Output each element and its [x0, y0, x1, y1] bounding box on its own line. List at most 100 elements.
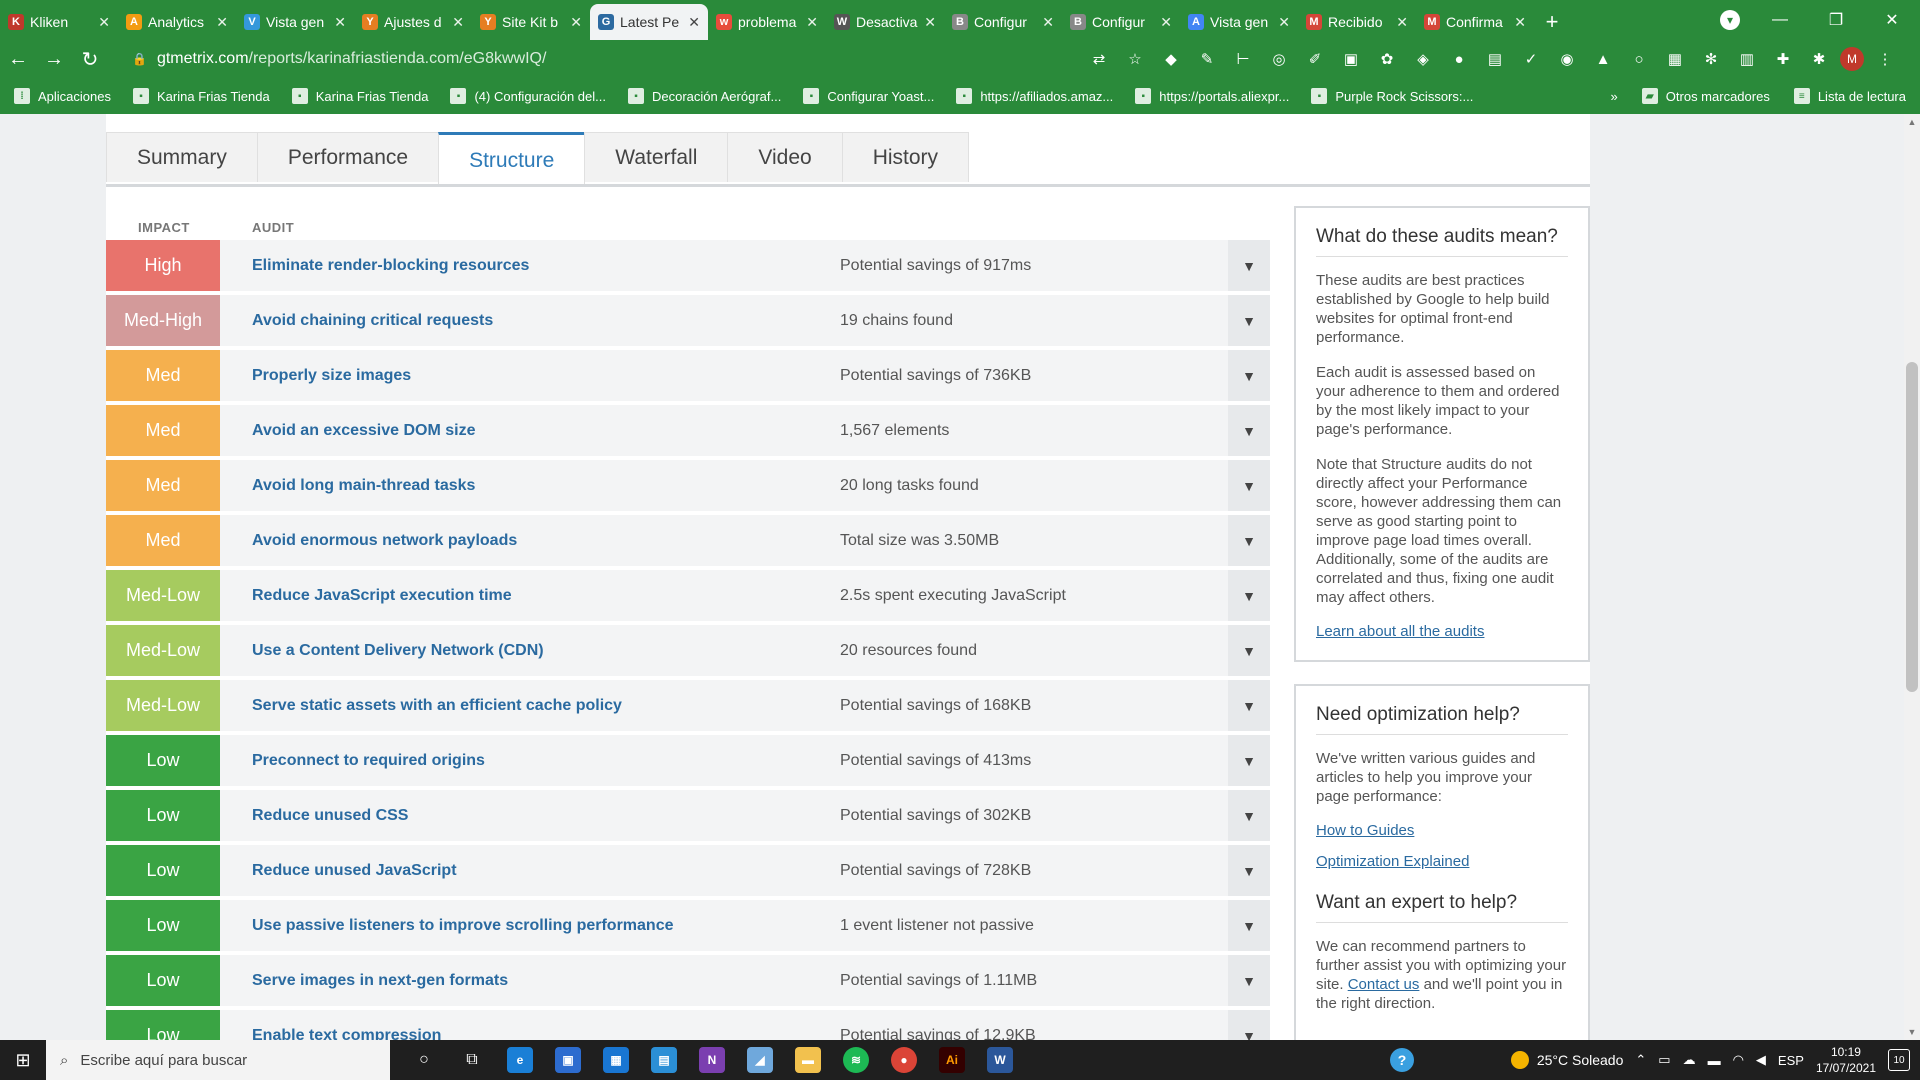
spotify-icon[interactable]: ≋ [832, 1040, 880, 1080]
illustrator-icon[interactable]: Ai [928, 1040, 976, 1080]
tab-close-icon[interactable]: ✕ [216, 14, 228, 31]
edge-icon[interactable]: e [496, 1040, 544, 1080]
audit-row[interactable]: Med Avoid long main-thread tasks 20 long t… [106, 460, 1270, 515]
tab-history[interactable]: History [841, 132, 970, 182]
extension-icon[interactable]: ◆ [1156, 44, 1186, 74]
wifi-icon[interactable]: ◠ [1733, 1052, 1744, 1068]
tab-summary[interactable]: Summary [106, 132, 258, 182]
chevron-down-icon[interactable]: ▼ [1228, 405, 1270, 456]
chevron-down-icon[interactable]: ▼ [1228, 570, 1270, 621]
chevron-down-icon[interactable]: ▼ [1228, 900, 1270, 951]
audit-row[interactable]: Low Serve images in next-gen formats Poten… [106, 955, 1270, 1010]
bookmark-item[interactable]: ▪ Karina Frias Tienda [291, 88, 428, 104]
tray-chevron-icon[interactable]: ⌃ [1635, 1052, 1646, 1068]
cortana-icon[interactable]: ○ [400, 1040, 448, 1080]
audit-title[interactable]: Avoid enormous network payloads [252, 532, 517, 550]
tab-waterfall[interactable]: Waterfall [584, 132, 729, 182]
browser-tab[interactable]: K Kliken ✕ [0, 4, 118, 40]
word-icon[interactable]: W [976, 1040, 1024, 1080]
audit-row[interactable]: Med Avoid an excessive DOM size 1,567 elem… [106, 405, 1270, 460]
page-scrollbar[interactable]: ▲ ▼ [1904, 114, 1920, 1040]
chevron-down-icon[interactable]: ▼ [1228, 295, 1270, 346]
file-explorer-icon[interactable]: ▬ [784, 1040, 832, 1080]
bookmark-item[interactable]: ▪ (4) Configuración del... [450, 88, 606, 104]
audit-row[interactable]: Low Use passive listeners to improve scro… [106, 900, 1270, 955]
audit-title[interactable]: Avoid long main-thread tasks [252, 477, 475, 495]
extension-icon[interactable]: ✐ [1300, 44, 1330, 74]
audit-row[interactable]: Med-High Avoid chaining critical requests… [106, 295, 1270, 350]
extension-icon[interactable]: ▲ [1588, 44, 1618, 74]
task-view-icon[interactable]: ⧉ [448, 1040, 496, 1080]
audit-row[interactable]: Low Preconnect to required origins Potenti… [106, 735, 1270, 790]
browser-tab[interactable]: w problema ✕ [708, 4, 826, 40]
audit-title[interactable]: Reduce JavaScript execution time [252, 587, 512, 605]
chevron-down-icon[interactable]: ▼ [1228, 955, 1270, 1006]
learn-audits-link[interactable]: Learn about all the audits [1316, 623, 1568, 640]
extension-icon[interactable]: ▤ [1480, 44, 1510, 74]
chevron-down-icon[interactable]: ▼ [1228, 350, 1270, 401]
chevron-down-icon[interactable]: ▼ [1228, 240, 1270, 291]
tab-structure[interactable]: Structure [438, 132, 586, 186]
taskbar-search[interactable]: ⌕ Escribe aquí para buscar [46, 1040, 390, 1080]
tab-search-icon[interactable]: ▾ [1720, 10, 1740, 30]
tab-close-icon[interactable]: ✕ [1278, 14, 1290, 31]
browser-tab[interactable]: G Latest Pe ✕ [590, 4, 708, 40]
weather-widget[interactable]: 25°C Soleado [1510, 1051, 1623, 1069]
bookmark-item[interactable]: ⁞ Aplicaciones [14, 88, 111, 104]
chevron-down-icon[interactable]: ▼ [1228, 845, 1270, 896]
audit-title[interactable]: Reduce unused JavaScript [252, 862, 457, 880]
notifications-icon[interactable]: 10 [1888, 1049, 1910, 1071]
audit-title[interactable]: Avoid an excessive DOM size [252, 422, 476, 440]
extension-icon[interactable]: ○ [1624, 44, 1654, 74]
browser-tab[interactable]: A Vista gen ✕ [1180, 4, 1298, 40]
extension-icon[interactable]: ◎ [1264, 44, 1294, 74]
cloud-icon[interactable]: ☁ [1683, 1052, 1696, 1068]
chevron-down-icon[interactable]: ▼ [1228, 680, 1270, 731]
calendar-icon[interactable]: ▦ [592, 1040, 640, 1080]
puzzle-icon[interactable]: ✱ [1804, 44, 1834, 74]
bookmark-star-icon[interactable]: ☆ [1120, 44, 1150, 74]
back-icon[interactable]: ← [0, 41, 36, 77]
extension-icon[interactable]: ⊢ [1228, 44, 1258, 74]
audit-row[interactable]: Med Properly size images Potential savings… [106, 350, 1270, 405]
extension-icon[interactable]: ▣ [1336, 44, 1366, 74]
extension-icon[interactable]: ▦ [1660, 44, 1690, 74]
lock-icon[interactable]: 🔒 [132, 52, 147, 66]
help-icon[interactable]: ? [1390, 1048, 1414, 1072]
chrome-icon[interactable]: ● [880, 1040, 928, 1080]
tab-close-icon[interactable]: ✕ [1514, 14, 1526, 31]
bookmark-item[interactable]: ▪ Purple Rock Scissors:... [1311, 88, 1473, 104]
tab-close-icon[interactable]: ✕ [452, 14, 464, 31]
browser-tab[interactable]: M Recibido ✕ [1298, 4, 1416, 40]
how-to-guides-link[interactable]: How to Guides [1316, 822, 1568, 839]
volume-icon[interactable]: ◀ [1756, 1052, 1766, 1068]
reload-icon[interactable]: ↻ [72, 41, 108, 77]
extension-icon[interactable]: ✻ [1696, 44, 1726, 74]
tray-app-icon[interactable]: ▭ [1658, 1052, 1670, 1068]
audit-row[interactable]: Med-Low Reduce JavaScript execution time 2… [106, 570, 1270, 625]
optimization-explained-link[interactable]: Optimization Explained [1316, 853, 1568, 870]
windows-start-icon[interactable]: ⊞ [0, 1040, 46, 1080]
audit-row[interactable]: Low Reduce unused JavaScript Potential sav… [106, 845, 1270, 900]
clock[interactable]: 10:19 17/07/2021 [1816, 1044, 1876, 1076]
app-icon[interactable]: ◢ [736, 1040, 784, 1080]
audit-title[interactable]: Serve static assets with an efficient ca… [252, 697, 622, 715]
extension-icon[interactable]: ▥ [1732, 44, 1762, 74]
audit-title[interactable]: Preconnect to required origins [252, 752, 485, 770]
restore-icon[interactable]: ❐ [1808, 0, 1864, 40]
extension-icon[interactable]: ● [1444, 44, 1474, 74]
browser-tab[interactable]: Y Site Kit b ✕ [472, 4, 590, 40]
audit-title[interactable]: Eliminate render-blocking resources [252, 257, 529, 275]
tab-close-icon[interactable]: ✕ [1042, 14, 1054, 31]
audit-title[interactable]: Enable text compression [252, 1027, 441, 1041]
bookmark-item[interactable]: ▪ Configurar Yoast... [803, 88, 934, 104]
extension-icon[interactable]: ✎ [1192, 44, 1222, 74]
browser-tab[interactable]: W Desactiva ✕ [826, 4, 944, 40]
language-indicator[interactable]: ESP [1778, 1053, 1804, 1068]
scroll-thumb[interactable] [1906, 362, 1918, 692]
audit-title[interactable]: Use a Content Delivery Network (CDN) [252, 642, 544, 660]
translate-icon[interactable]: ⇄ [1084, 44, 1114, 74]
profile-avatar[interactable]: M [1840, 47, 1864, 71]
reading-list[interactable]: ≡ Lista de lectura [1793, 88, 1906, 104]
audit-row[interactable]: Low Enable text compression Potential savi… [106, 1010, 1270, 1040]
